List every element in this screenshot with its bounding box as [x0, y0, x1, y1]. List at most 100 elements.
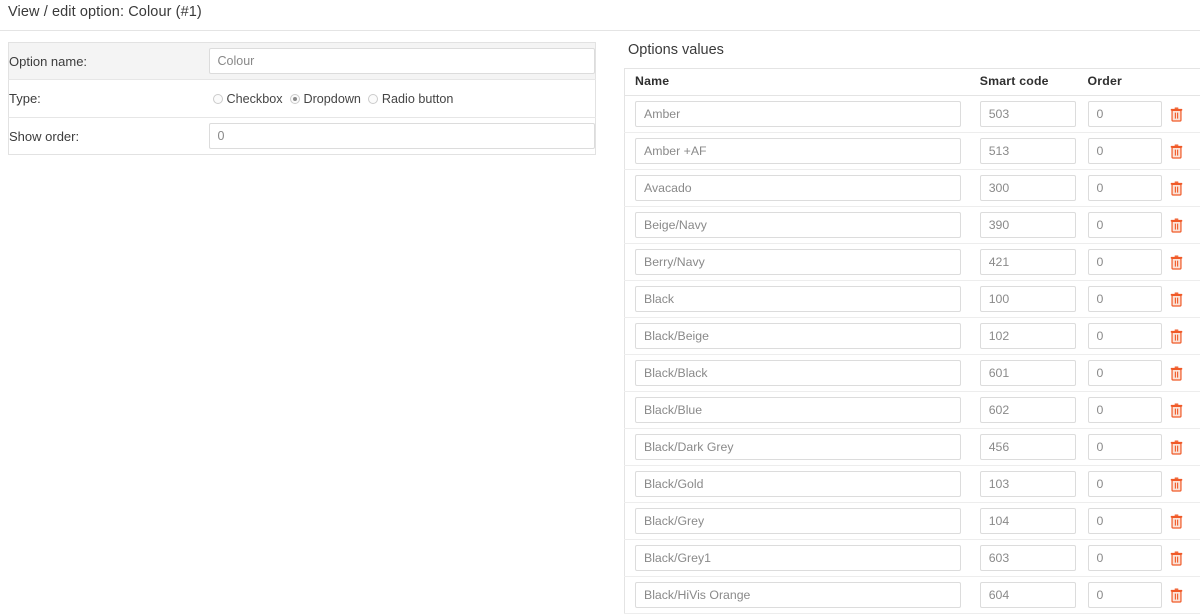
options-values-tbody: [624, 96, 1200, 614]
option-form-panel: Option name: Type: Checkbox: [8, 42, 596, 155]
cell-name: [625, 355, 970, 392]
option-value-smart-code-input[interactable]: [979, 397, 1076, 423]
option-value-order-input[interactable]: [1087, 397, 1162, 423]
cell-smart-code: [970, 503, 1078, 540]
option-value-smart-code-input[interactable]: [979, 508, 1076, 534]
option-value-smart-code-input[interactable]: [979, 249, 1076, 275]
delete-option-value-button[interactable]: [1170, 439, 1183, 455]
cell-name: [625, 392, 970, 429]
option-value-order-input[interactable]: [1087, 249, 1162, 275]
option-value-smart-code-input[interactable]: [979, 212, 1076, 238]
option-value-smart-code-input[interactable]: [979, 360, 1076, 386]
radio-circle-selected-icon[interactable]: [289, 93, 300, 104]
option-value-order-input[interactable]: [1087, 323, 1162, 349]
delete-option-value-button[interactable]: [1170, 254, 1183, 270]
type-option-checkbox[interactable]: Checkbox: [212, 92, 283, 106]
table-row: [624, 96, 1200, 133]
table-row: [624, 170, 1200, 207]
trash-icon[interactable]: [1170, 477, 1183, 492]
cell-name: [625, 318, 970, 355]
option-value-smart-code-input[interactable]: [979, 101, 1076, 127]
delete-option-value-button[interactable]: [1170, 402, 1183, 418]
option-value-name-input[interactable]: [635, 508, 961, 534]
table-row: [624, 281, 1200, 318]
trash-icon[interactable]: [1170, 588, 1183, 603]
option-value-order-input[interactable]: [1087, 582, 1162, 608]
delete-option-value-button[interactable]: [1170, 587, 1183, 603]
option-value-smart-code-input[interactable]: [979, 545, 1076, 571]
option-value-order-input[interactable]: [1087, 360, 1162, 386]
option-value-smart-code-input[interactable]: [979, 175, 1076, 201]
trash-icon[interactable]: [1170, 292, 1183, 307]
option-value-name-input[interactable]: [635, 175, 961, 201]
cell-order: [1078, 503, 1162, 540]
trash-icon[interactable]: [1170, 255, 1183, 270]
table-row: [624, 355, 1200, 392]
type-option-radio-button[interactable]: Radio button: [367, 92, 453, 106]
option-value-name-input[interactable]: [635, 582, 961, 608]
trash-icon[interactable]: [1170, 514, 1183, 529]
option-value-name-input[interactable]: [635, 360, 961, 386]
option-value-name-input[interactable]: [635, 249, 961, 275]
option-value-smart-code-input[interactable]: [979, 582, 1076, 608]
table-row: [624, 392, 1200, 429]
cell-order: [1078, 133, 1162, 170]
option-value-order-input[interactable]: [1087, 175, 1162, 201]
option-value-name-input[interactable]: [635, 434, 961, 460]
option-value-name-input[interactable]: [635, 397, 961, 423]
show-order-input[interactable]: [208, 123, 595, 149]
option-value-name-input[interactable]: [635, 323, 961, 349]
trash-icon[interactable]: [1170, 440, 1183, 455]
delete-option-value-button[interactable]: [1170, 365, 1183, 381]
trash-icon[interactable]: [1170, 403, 1183, 418]
option-value-order-input[interactable]: [1087, 101, 1162, 127]
option-value-order-input[interactable]: [1087, 545, 1162, 571]
delete-option-value-button[interactable]: [1170, 476, 1183, 492]
trash-icon[interactable]: [1170, 551, 1183, 566]
option-value-smart-code-input[interactable]: [979, 138, 1076, 164]
cell-name: [625, 577, 970, 614]
option-value-order-input[interactable]: [1087, 471, 1162, 497]
column-header-name: Name: [624, 68, 970, 96]
delete-option-value-button[interactable]: [1170, 217, 1183, 233]
delete-option-value-button[interactable]: [1170, 143, 1183, 159]
type-option-dropdown[interactable]: Dropdown: [289, 92, 361, 106]
trash-icon[interactable]: [1170, 366, 1183, 381]
cell-smart-code: [970, 244, 1078, 281]
option-value-name-input[interactable]: [635, 471, 961, 497]
option-value-name-input[interactable]: [635, 101, 961, 127]
cell-order: [1078, 96, 1162, 133]
option-value-order-input[interactable]: [1087, 138, 1162, 164]
delete-option-value-button[interactable]: [1170, 513, 1183, 529]
trash-icon[interactable]: [1170, 329, 1183, 344]
option-value-smart-code-input[interactable]: [979, 286, 1076, 312]
option-value-name-input[interactable]: [635, 545, 961, 571]
option-value-smart-code-input[interactable]: [979, 323, 1076, 349]
option-value-smart-code-input[interactable]: [979, 471, 1076, 497]
option-value-order-input[interactable]: [1087, 212, 1162, 238]
form-row-show-order: Show order:: [9, 118, 596, 155]
option-value-order-input[interactable]: [1087, 286, 1162, 312]
option-value-order-input[interactable]: [1087, 434, 1162, 460]
table-row: [624, 244, 1200, 281]
cell-smart-code: [970, 96, 1078, 133]
option-value-name-input[interactable]: [635, 138, 961, 164]
radio-circle-icon[interactable]: [367, 93, 378, 104]
delete-option-value-button[interactable]: [1170, 180, 1183, 196]
option-value-name-input[interactable]: [635, 286, 961, 312]
option-name-input[interactable]: [208, 48, 595, 74]
delete-option-value-button[interactable]: [1170, 550, 1183, 566]
delete-option-value-button[interactable]: [1170, 106, 1183, 122]
trash-icon[interactable]: [1170, 144, 1183, 159]
trash-icon[interactable]: [1170, 107, 1183, 122]
option-value-order-input[interactable]: [1087, 508, 1162, 534]
trash-icon[interactable]: [1170, 181, 1183, 196]
table-row: [624, 429, 1200, 466]
delete-option-value-button[interactable]: [1170, 291, 1183, 307]
delete-option-value-button[interactable]: [1170, 328, 1183, 344]
option-value-name-input[interactable]: [635, 212, 961, 238]
trash-icon[interactable]: [1170, 218, 1183, 233]
radio-circle-icon[interactable]: [212, 93, 223, 104]
cell-name: [625, 96, 970, 133]
option-value-smart-code-input[interactable]: [979, 434, 1076, 460]
